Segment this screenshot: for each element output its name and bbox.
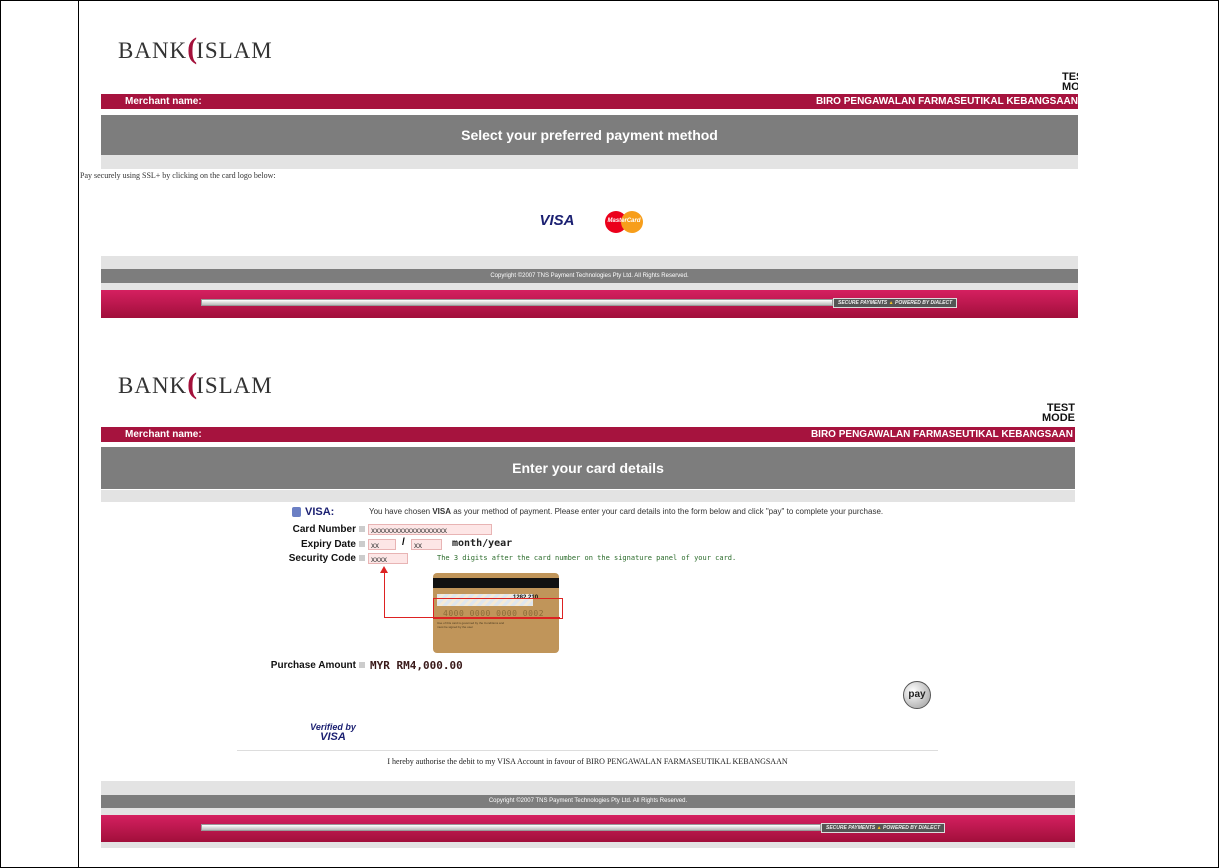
test-mode-line2: MOD: [1062, 81, 1078, 93]
page-heading-2: Enter your card details: [101, 447, 1075, 489]
secure-payments-badge: SECURE PAYMENTS ▲ POWERED BY DIALECT: [833, 298, 958, 308]
pay-button[interactable]: pay: [903, 681, 931, 709]
secure-payments-text: SECURE PAYMENTS: [826, 825, 876, 831]
expiry-month-value: xx: [371, 541, 379, 550]
heading-text: Enter your card details: [512, 460, 664, 476]
lock-icon: ▲: [876, 825, 882, 831]
test-mode-line2: MODE: [1042, 412, 1075, 424]
expiry-date-label: Expiry Date: [200, 539, 365, 550]
verified-visa-text: VISA: [320, 731, 346, 743]
visa-card-logo[interactable]: VISA: [537, 211, 577, 231]
footer-spacer-2: [101, 781, 1075, 795]
merchant-value: BIRO PENGAWALAN FARMASEUTIKAL KEBANGSAAN: [815, 96, 1078, 107]
field-marker-icon: [359, 662, 365, 669]
security-code-hint: The 3 digits after the card number on th…: [437, 554, 737, 562]
visa-logo-text: VISA: [539, 212, 575, 229]
expiry-month-input[interactable]: xx: [368, 539, 396, 550]
chosen-method-text: You have chosen VISA as your method of p…: [369, 507, 883, 516]
field-marker-icon: [359, 541, 365, 548]
merchant-label: Merchant name:: [125, 429, 202, 440]
instruction-text: Pay securely using SSL+ by clicking on t…: [80, 171, 276, 180]
logo-text-bank: BANK: [118, 38, 188, 63]
powered-by-text: POWERED BY DIALECT: [883, 825, 941, 831]
expiry-year-value: xx: [414, 541, 422, 550]
heading-spacer-2: [101, 490, 1075, 502]
field-marker-icon: [359, 526, 365, 533]
pointer-arrow-icon: [380, 566, 388, 573]
purchase-amount-label: Purchase Amount: [200, 660, 365, 671]
card-type-text: VISA:: [305, 506, 335, 518]
field-marker-icon: [359, 555, 365, 562]
bank-islam-logo: BANK(ISLAM: [118, 32, 273, 66]
verified-by-visa-logo: Verified by VISA: [309, 722, 357, 743]
lock-icon: [292, 507, 301, 518]
heading-spacer: [101, 155, 1078, 169]
card-type-label: VISA:: [292, 506, 334, 518]
magnetic-stripe: [433, 578, 559, 588]
merchant-bar-2: Merchant name: BIRO PENGAWALAN FARMASEUT…: [101, 427, 1075, 442]
card-number-input[interactable]: xxxxxxxxxxxxxxxxxxx: [368, 524, 492, 535]
chosen-prefix: You have chosen: [369, 507, 433, 516]
secure-payments-badge: SECURE PAYMENTS ▲ POWERED BY DIALECT: [821, 823, 946, 833]
test-mode-label-2: TEST MODE: [1040, 403, 1075, 424]
card-terms-text: Use of this card is governed by the Cond…: [437, 621, 505, 629]
security-code-label: Security Code: [200, 553, 365, 564]
card-number-label-text: Card Number: [292, 524, 356, 535]
purchase-label-text: Purchase Amount: [270, 660, 356, 671]
card-number-value: xxxxxxxxxxxxxxxxxxx: [371, 526, 447, 535]
pointer-line-horizontal: [384, 617, 560, 618]
footer-brand-bar: SECURE PAYMENTS ▲ POWERED BY DIALECT: [101, 290, 1078, 318]
mastercard-logo[interactable]: MasterCard: [603, 209, 645, 235]
footer-bottom-gap: [101, 842, 1075, 848]
pay-button-label: pay: [908, 689, 926, 700]
copyright-text: Copyright ©2007 TNS Payment Technologies…: [488, 798, 688, 804]
card-number-label: Card Number: [200, 524, 365, 535]
bank-islam-logo-2: BANK(ISLAM: [118, 367, 273, 401]
security-code-value: xxxx: [371, 555, 387, 564]
authorise-text: I hereby authorise the debit to my VISA …: [387, 757, 788, 766]
copyright-text: Copyright ©2007 TNS Payment Technologies…: [490, 273, 689, 279]
expiry-year-input[interactable]: xx: [411, 539, 442, 550]
secure-payments-text: SECURE PAYMENTS: [838, 300, 888, 306]
heading-text: Select your preferred payment method: [461, 127, 718, 143]
expiry-label-text: Expiry Date: [300, 539, 356, 550]
merchant-label: Merchant name:: [125, 96, 202, 107]
footer-brand-bar-2: SECURE PAYMENTS ▲ POWERED BY DIALECT: [101, 815, 1075, 842]
logo-text-islam: ISLAM: [196, 38, 273, 63]
lock-icon: ▲: [888, 300, 894, 306]
security-code-input[interactable]: xxxx: [368, 553, 408, 564]
pointer-line-vertical: [384, 573, 385, 618]
logo-text-islam: ISLAM: [196, 373, 273, 398]
security-label-text: Security Code: [288, 553, 356, 564]
form-divider: [237, 750, 938, 751]
footer-spacer: [101, 256, 1078, 269]
page-heading: Select your preferred payment method: [101, 115, 1078, 155]
highlight-box: [433, 598, 563, 619]
chosen-card: VISA: [432, 507, 451, 516]
footer-gap: [101, 283, 1078, 290]
copyright-bar: Copyright ©2007 TNS Payment Technologies…: [101, 269, 1078, 283]
merchant-value: BIRO PENGAWALAN FARMASEUTIKAL KEBANGSAAN: [810, 429, 1073, 440]
copyright-bar-2: Copyright ©2007 TNS Payment Technologies…: [101, 795, 1075, 808]
footer-progress-bar: [201, 299, 833, 306]
test-mode-label: TES MOD: [1062, 72, 1078, 92]
mastercard-logo-text: MasterCard: [607, 218, 641, 224]
footer-gap-2: [101, 808, 1075, 815]
left-divider: [78, 0, 79, 868]
expiry-separator: /: [402, 537, 405, 548]
footer-progress-bar: [201, 824, 821, 831]
powered-by-text: POWERED BY DIALECT: [895, 300, 953, 306]
merchant-bar: Merchant name: BIRO PENGAWALAN FARMASEUT…: [101, 94, 1078, 109]
logo-text-bank: BANK: [118, 373, 188, 398]
expiry-hint: month/year: [452, 538, 513, 549]
chosen-suffix: as your method of payment. Please enter …: [450, 507, 884, 516]
purchase-amount-value: MYR RM4,000.00: [370, 659, 463, 672]
